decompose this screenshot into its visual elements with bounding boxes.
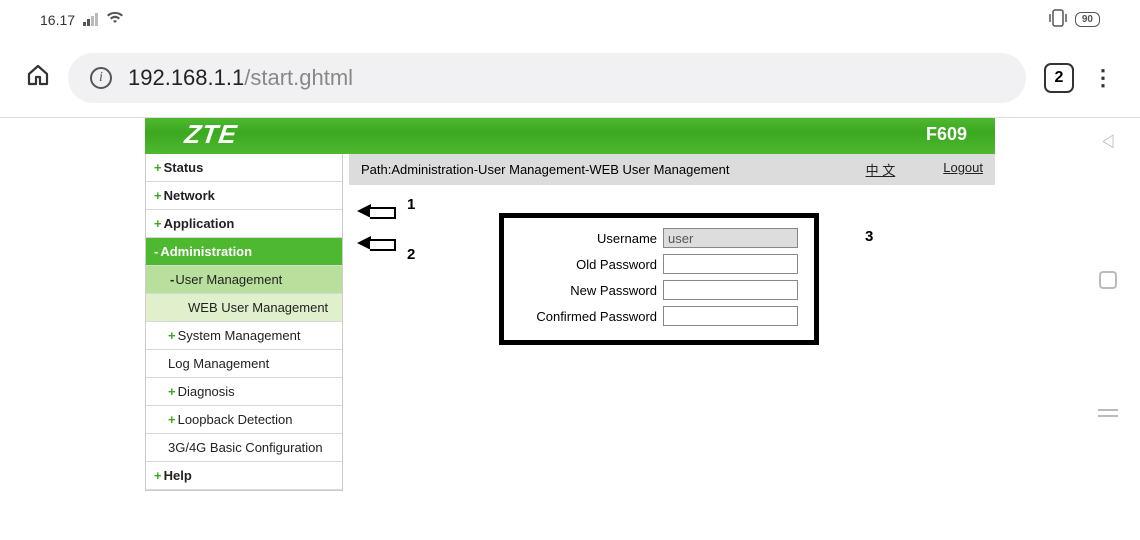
new-password-label: New Password bbox=[570, 283, 657, 298]
wifi-icon bbox=[106, 10, 124, 29]
site-info-icon[interactable]: i bbox=[90, 67, 112, 89]
nav-loopback[interactable]: +Loopback Detection bbox=[146, 406, 342, 434]
username-label: Username bbox=[597, 231, 657, 246]
router-header: ZTE F609 bbox=[145, 118, 995, 154]
nav-diagnosis[interactable]: +Diagnosis bbox=[146, 378, 342, 406]
annotation-number-3: 3 bbox=[865, 228, 873, 245]
annotation-number-2: 2 bbox=[407, 246, 415, 263]
breadcrumb-text: Path:Administration-User Management-WEB … bbox=[361, 162, 729, 177]
brand-logo: ZTE bbox=[183, 119, 239, 150]
model-label: F609 bbox=[926, 124, 967, 145]
annotation-arrow-2 bbox=[357, 236, 397, 250]
nav-application[interactable]: +Application bbox=[146, 210, 342, 238]
annotation-number-1: 1 bbox=[407, 196, 415, 213]
nav-network[interactable]: +Network bbox=[146, 182, 342, 210]
tabs-button[interactable]: 2 bbox=[1044, 63, 1074, 93]
signal-icon bbox=[83, 13, 98, 26]
nav-help[interactable]: +Help bbox=[146, 462, 342, 490]
device-side-controls: ◁ bbox=[1082, 0, 1134, 540]
nav-log-management[interactable]: Log Management bbox=[146, 350, 342, 378]
nav-3g4g-config[interactable]: 3G/4G Basic Configuration bbox=[146, 434, 342, 462]
confirmed-password-label: Confirmed Password bbox=[536, 309, 657, 324]
confirmed-password-input[interactable] bbox=[663, 306, 798, 326]
password-form-box: Username Old Password New Password Confi… bbox=[499, 213, 819, 345]
old-password-label: Old Password bbox=[576, 257, 657, 272]
side-menu-icon[interactable] bbox=[1098, 409, 1118, 417]
home-icon[interactable] bbox=[26, 63, 50, 93]
breadcrumb-bar: Path:Administration-User Management-WEB … bbox=[349, 154, 995, 185]
browser-toolbar: i 192.168.1.1/start.ghtml 2 ⋮ bbox=[0, 39, 1140, 118]
username-input bbox=[663, 228, 798, 248]
nav-web-user-management[interactable]: WEB User Management bbox=[146, 294, 342, 322]
side-checkbox-icon[interactable] bbox=[1099, 271, 1117, 289]
address-bar[interactable]: i 192.168.1.1/start.ghtml bbox=[68, 53, 1026, 103]
vibrate-icon bbox=[1047, 8, 1069, 31]
nav-system-management[interactable]: +System Management bbox=[146, 322, 342, 350]
content-area: Path:Administration-User Management-WEB … bbox=[349, 154, 995, 491]
side-back-icon[interactable]: ◁ bbox=[1102, 130, 1113, 151]
nav-status[interactable]: +Status bbox=[146, 154, 342, 182]
router-admin-page: ZTE F609 +Status +Network +Application -… bbox=[145, 118, 995, 491]
logout-link[interactable]: Logout bbox=[943, 160, 983, 179]
new-password-input[interactable] bbox=[663, 280, 798, 300]
nav-user-management[interactable]: -User Management bbox=[146, 266, 342, 294]
annotation-arrow-1 bbox=[357, 204, 397, 218]
old-password-input[interactable] bbox=[663, 254, 798, 274]
clock: 16.17 bbox=[40, 12, 75, 28]
language-link[interactable]: 中 文 bbox=[866, 160, 896, 179]
nav-administration[interactable]: -Administration bbox=[146, 238, 342, 266]
mobile-status-bar: 16.17 90 bbox=[0, 0, 1140, 39]
sidebar-nav: +Status +Network +Application -Administr… bbox=[145, 154, 343, 491]
url-text: 192.168.1.1/start.ghtml bbox=[128, 65, 353, 91]
